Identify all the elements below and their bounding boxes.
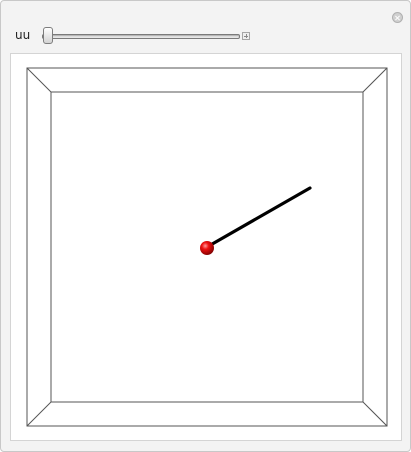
expand-controls-plus-icon[interactable] xyxy=(242,32,250,40)
pendulum-ball xyxy=(200,241,214,255)
uu-slider-track[interactable] xyxy=(42,34,240,39)
graphics-output xyxy=(10,53,402,441)
pendulum-scene xyxy=(26,67,388,427)
pendulum-rod xyxy=(205,186,312,249)
close-icon[interactable] xyxy=(392,12,403,23)
manipulate-panel: uu xyxy=(0,0,411,452)
box-edge-top-right xyxy=(362,67,388,93)
uu-slider-thumb[interactable] xyxy=(43,27,53,44)
box-edge-top-left xyxy=(26,67,52,93)
slider-label: uu xyxy=(15,28,31,42)
box-edge-bottom-right xyxy=(362,401,388,427)
box-edge-bottom-left xyxy=(26,401,52,427)
